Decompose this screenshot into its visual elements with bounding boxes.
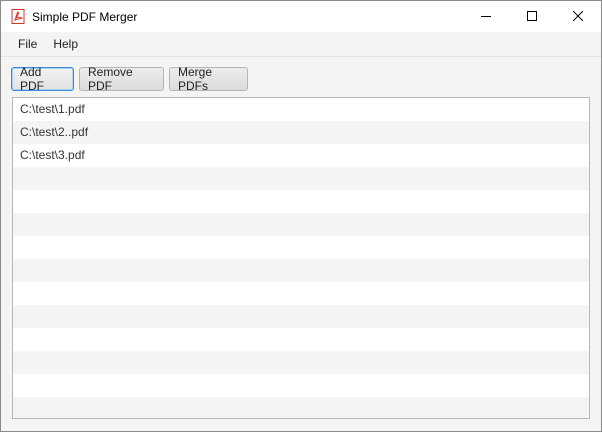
empty-list-row [13, 167, 589, 190]
empty-list-row [13, 374, 589, 397]
app-window: Simple PDF Merger File Help Add PDF Remo… [0, 0, 602, 432]
empty-list-row [13, 305, 589, 328]
add-pdf-button[interactable]: Add PDF [11, 65, 74, 93]
empty-list-row [13, 259, 589, 282]
minimize-icon [481, 8, 491, 26]
window-title: Simple PDF Merger [32, 9, 138, 24]
list-item[interactable]: C:\test\2..pdf [13, 121, 589, 144]
empty-list-row [13, 190, 589, 213]
list-item[interactable]: C:\test\3.pdf [13, 144, 589, 167]
menu-file[interactable]: File [10, 32, 45, 56]
maximize-button[interactable] [509, 1, 555, 32]
window-controls [463, 1, 601, 32]
list-item[interactable]: C:\test\1.pdf [13, 98, 589, 121]
empty-list-row [13, 282, 589, 305]
pdf-icon [10, 9, 26, 25]
empty-list-row [13, 328, 589, 351]
empty-list-row [13, 213, 589, 236]
maximize-icon [527, 8, 537, 26]
empty-list-row [13, 397, 589, 418]
empty-list-row [13, 351, 589, 374]
empty-list-row [13, 236, 589, 259]
close-icon [572, 8, 584, 26]
minimize-button[interactable] [463, 1, 509, 32]
menu-bar: File Help [1, 32, 601, 57]
menu-help[interactable]: Help [45, 32, 86, 56]
close-button[interactable] [555, 1, 601, 32]
title-bar[interactable]: Simple PDF Merger [1, 1, 601, 32]
pdf-file-list[interactable]: C:\test\1.pdf C:\test\2..pdf C:\test\3.pdf [12, 97, 590, 419]
remove-pdf-button[interactable]: Remove PDF [79, 65, 164, 93]
toolbar: Add PDF Remove PDF Merge PDFs [11, 65, 248, 93]
merge-pdfs-button[interactable]: Merge PDFs [169, 65, 248, 93]
